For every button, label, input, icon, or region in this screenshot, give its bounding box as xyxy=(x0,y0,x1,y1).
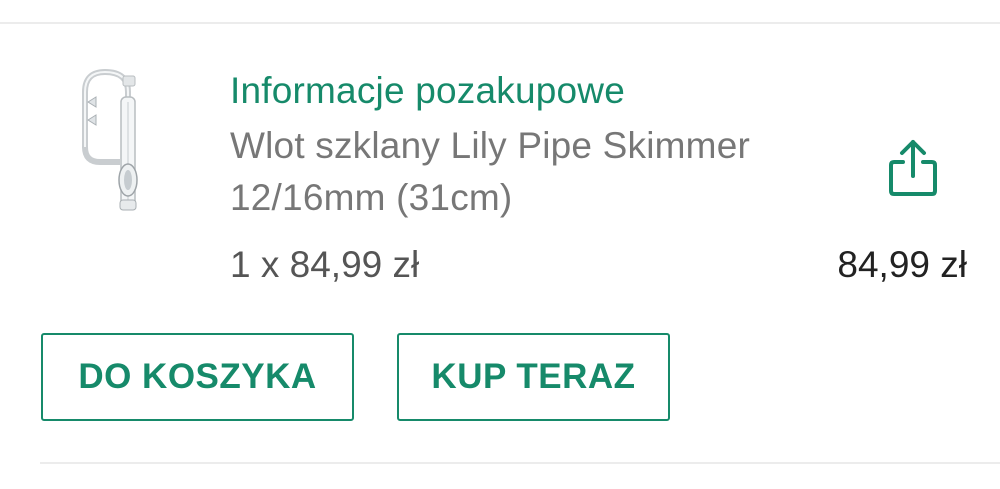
buy-now-button[interactable]: KUP TERAZ xyxy=(397,333,670,421)
quantity-unit-price: 1 x 84,99 zł xyxy=(230,244,420,285)
top-divider xyxy=(0,22,1000,24)
product-name[interactable]: Wlot szklany Lily Pipe Skimmer 12/16mm (… xyxy=(230,120,830,224)
share-icon xyxy=(889,140,937,196)
bottom-divider xyxy=(40,462,1000,464)
glass-lily-pipe-image xyxy=(82,68,138,211)
line-total-price: 84,99 zł xyxy=(837,244,967,285)
add-to-cart-button[interactable]: DO KOSZYKA xyxy=(41,333,354,421)
order-item-page: Informacje pozakupowe Wlot szklany Lily … xyxy=(0,0,1000,489)
share-button[interactable] xyxy=(885,136,941,200)
product-thumbnail[interactable] xyxy=(70,62,160,222)
post-purchase-info-link[interactable]: Informacje pozakupowe xyxy=(230,70,625,112)
